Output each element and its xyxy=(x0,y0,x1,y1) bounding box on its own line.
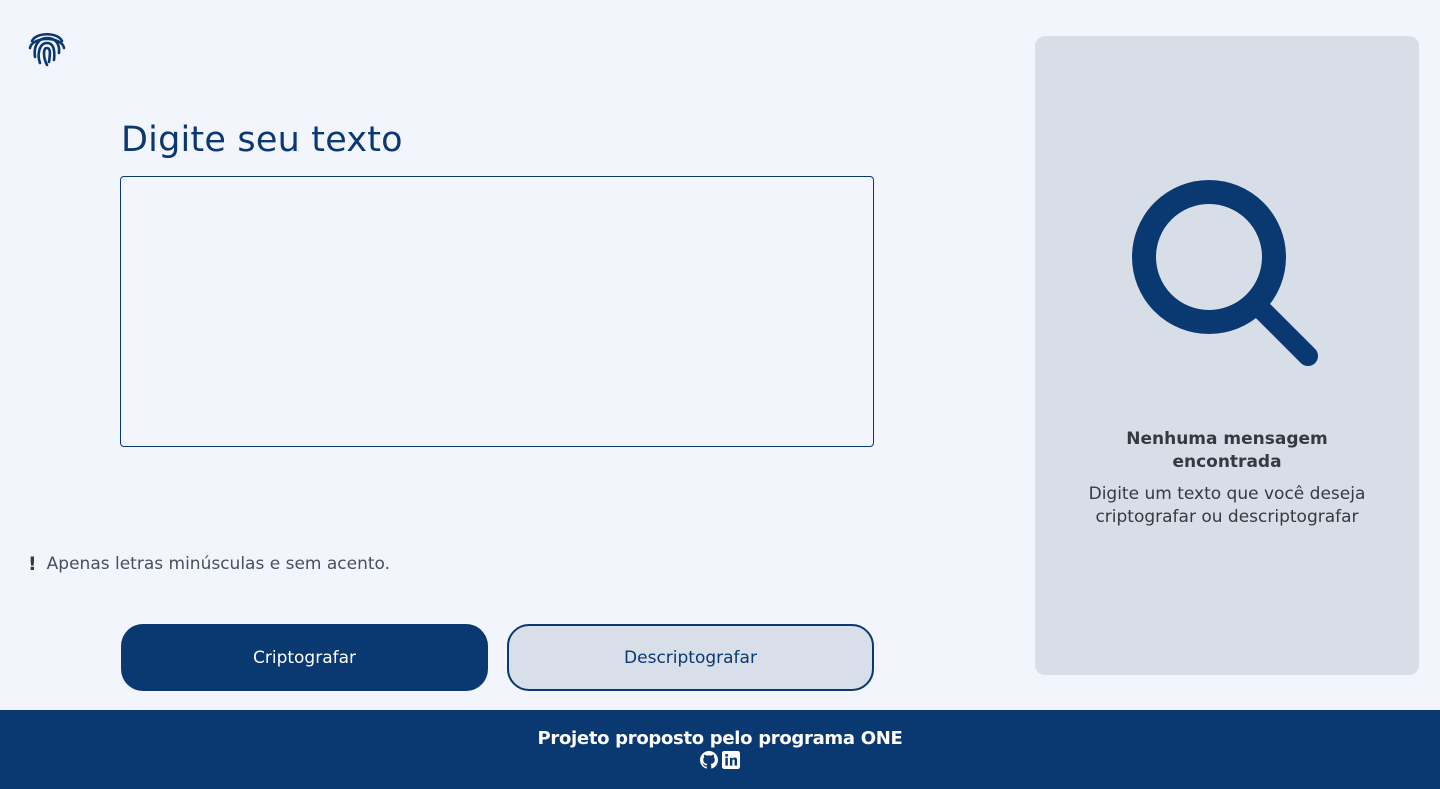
output-panel: Nenhuma mensagem encontrada Digite um te… xyxy=(1035,36,1419,675)
footer-social-links xyxy=(700,751,740,769)
magnifier-icon xyxy=(1132,179,1326,373)
footer: Projeto proposto pelo programa ONE xyxy=(0,710,1440,789)
warning-icon: ! xyxy=(28,553,37,575)
hint-text: Apenas letras minúsculas e sem acento. xyxy=(46,554,391,574)
input-heading: Digite seu texto xyxy=(121,120,403,160)
empty-state-title: Nenhuma mensagem encontrada xyxy=(1126,429,1328,472)
footer-text: Projeto proposto pelo programa ONE xyxy=(537,728,903,749)
empty-state-message: Digite um texto que você deseja criptogr… xyxy=(1088,484,1366,527)
github-icon[interactable] xyxy=(700,751,718,769)
page: Digite seu texto ! Apenas letras minúscu… xyxy=(0,0,1440,789)
fingerprint-icon[interactable] xyxy=(27,27,67,67)
linkedin-icon[interactable] xyxy=(722,751,740,769)
encrypt-button[interactable]: Criptografar xyxy=(121,624,488,691)
decrypt-button[interactable]: Descriptografar xyxy=(507,624,874,691)
input-hint: ! Apenas letras minúsculas e sem acento. xyxy=(28,553,390,575)
text-input[interactable] xyxy=(120,176,874,447)
